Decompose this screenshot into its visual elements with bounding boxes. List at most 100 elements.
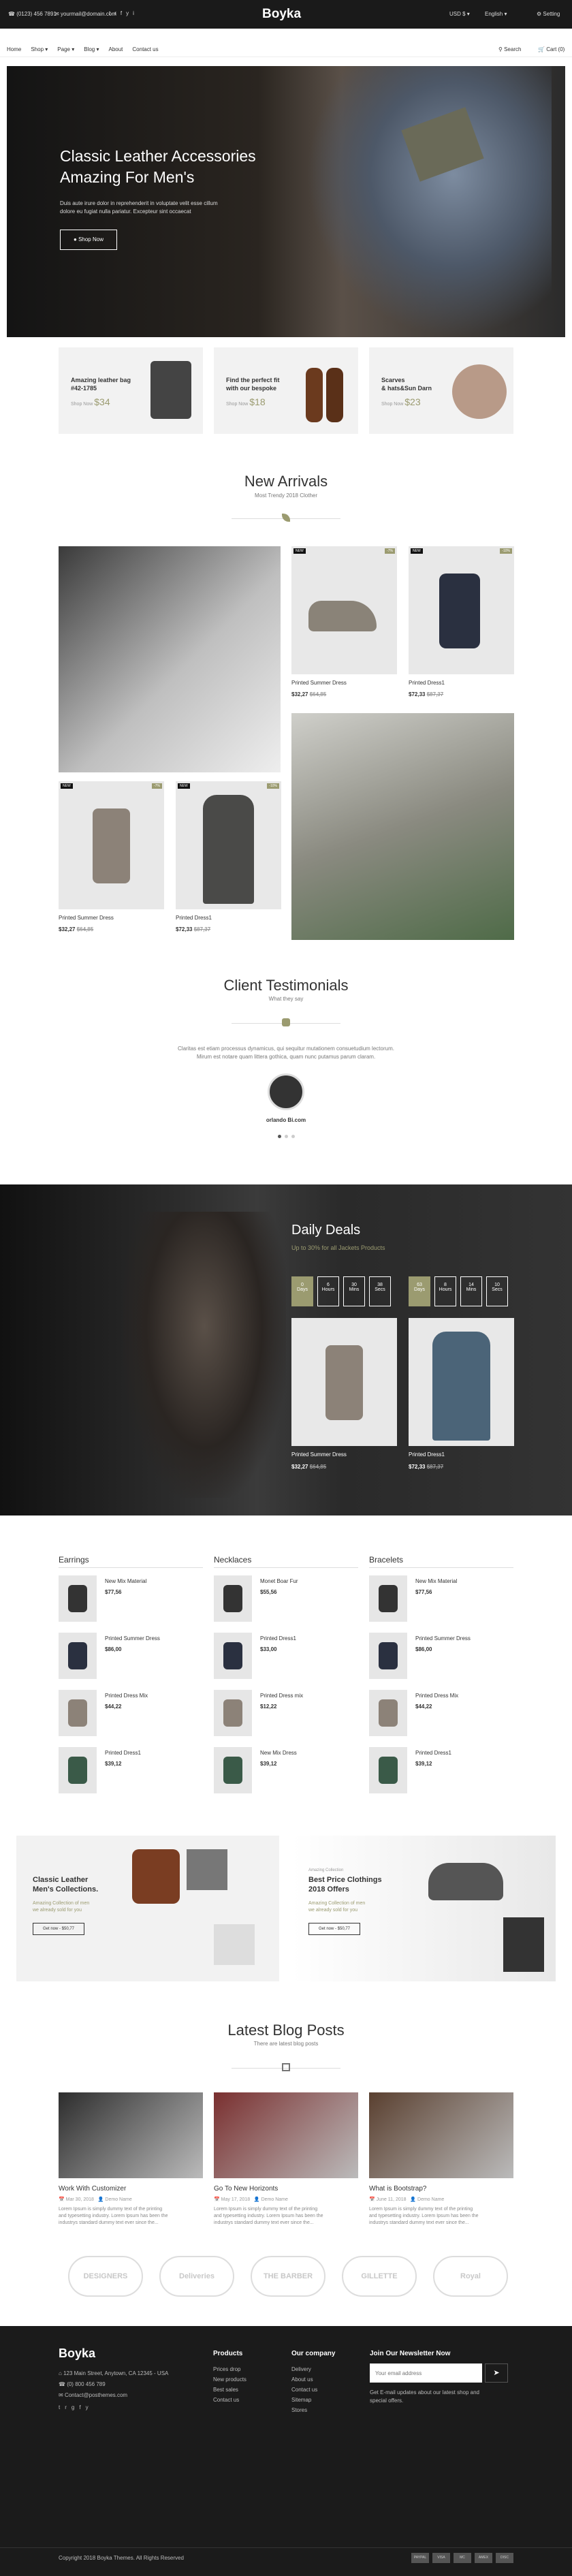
list-item-name[interactable]: New Mix Dress — [260, 1750, 297, 1757]
nav-item-home[interactable]: Home — [7, 46, 21, 53]
footer-link[interactable]: Contact us — [213, 2395, 247, 2405]
newsletter-submit-button[interactable]: ➤ — [485, 2363, 508, 2383]
footer-link[interactable]: Stores — [291, 2405, 317, 2415]
cart-button[interactable]: 🛒 Cart (0) — [538, 46, 565, 53]
nav-item-page[interactable]: Page ▾ — [57, 46, 74, 53]
youtube-icon[interactable]: y — [126, 10, 133, 16]
deal-product-image[interactable] — [409, 1318, 514, 1446]
product-name[interactable]: Printed Dress1 — [409, 1451, 445, 1458]
get-now-button[interactable]: Get now - $50,77 — [33, 1923, 84, 1935]
nav-item-shop[interactable]: Shop ▾ — [31, 46, 48, 53]
list-item-name[interactable]: Printed Summer Dress — [105, 1635, 160, 1642]
list-item[interactable]: Printed Dress1 $39,12 — [369, 1747, 513, 1796]
shop-now-button[interactable]: ● Shop Now — [60, 230, 117, 250]
blog-post-title[interactable]: Go To New Horizonts — [214, 2185, 358, 2193]
youtube-icon[interactable]: y — [86, 2404, 93, 2410]
list-item-image[interactable] — [59, 1690, 97, 1736]
brand-logo[interactable]: Royal — [433, 2256, 508, 2297]
social-icons[interactable]: trfyi — [109, 10, 138, 16]
list-item-image[interactable] — [369, 1633, 407, 1679]
list-item-name[interactable]: Printed Dress mix — [260, 1693, 303, 1699]
brand-logo[interactable]: THE BARBER — [251, 2256, 325, 2297]
facebook-icon[interactable]: f — [121, 10, 126, 16]
footer-social-icons[interactable]: trgfy — [59, 2404, 93, 2410]
nav-item-blog[interactable]: Blog ▾ — [84, 46, 99, 53]
list-item-image[interactable] — [59, 1633, 97, 1679]
blog-post-image[interactable] — [369, 2092, 513, 2178]
footer-link[interactable]: New products — [213, 2374, 247, 2385]
product-name[interactable]: Printed Dress1 — [176, 915, 212, 922]
footer-link[interactable]: Delivery — [291, 2364, 317, 2374]
list-item-name[interactable]: Printed Dress Mix — [415, 1693, 458, 1699]
nav-item-contact[interactable]: Contact us — [132, 46, 158, 53]
nav-item-about[interactable]: About — [108, 46, 123, 53]
rss-icon[interactable]: r — [65, 2404, 72, 2410]
list-item-name[interactable]: Printed Dress1 — [260, 1635, 296, 1642]
list-item-name[interactable]: Printed Dress Mix — [105, 1693, 148, 1699]
get-now-button[interactable]: Get now - $50,77 — [308, 1923, 360, 1935]
footer-logo[interactable]: Boyka — [59, 2346, 95, 2361]
list-item-image[interactable] — [369, 1575, 407, 1622]
search-button[interactable]: ⚲ Search — [498, 46, 521, 53]
logo[interactable]: Boyka — [262, 7, 301, 22]
product-image[interactable]: NEW -7% — [291, 546, 397, 674]
brand-logo[interactable]: GILLETTE — [342, 2256, 417, 2297]
list-item[interactable]: New Mix Material $77,56 — [369, 1575, 513, 1624]
dot[interactable] — [278, 1135, 281, 1138]
brand-logo[interactable]: DESIGNERS — [68, 2256, 143, 2297]
facebook-icon[interactable]: f — [79, 2404, 85, 2410]
list-item-name[interactable]: Printed Dress1 — [105, 1750, 141, 1757]
twitter-icon[interactable]: t — [109, 10, 114, 16]
blog-post-image[interactable] — [59, 2092, 203, 2178]
footer-link[interactable]: Best sales — [213, 2385, 247, 2395]
list-item-image[interactable] — [369, 1747, 407, 1793]
footer-link[interactable]: Sitemap — [291, 2395, 317, 2405]
list-item-image[interactable] — [214, 1575, 252, 1622]
dot[interactable] — [291, 1135, 295, 1138]
blog-post-image[interactable] — [214, 2092, 358, 2178]
footer-link[interactable]: Contact us — [291, 2385, 317, 2395]
product-image[interactable]: NEW -10% — [176, 781, 281, 909]
setting-menu[interactable]: ⚙ Setting — [537, 11, 560, 18]
blog-post-title[interactable]: Work With Customizer — [59, 2185, 203, 2193]
list-item[interactable]: Printed Dress Mix $44,22 — [59, 1690, 203, 1739]
promo-card-3[interactable]: Scarves & hats&Sun Darn Shop Now $23 — [369, 347, 513, 434]
list-item[interactable]: New Mix Material $77,56 — [59, 1575, 203, 1624]
list-item[interactable]: Monet Boar Fur $55,56 — [214, 1575, 358, 1624]
testimonial-dots[interactable] — [278, 1135, 295, 1138]
product-name[interactable]: Printed Dress1 — [409, 680, 445, 687]
list-item[interactable]: Printed Dress Mix $44,22 — [369, 1690, 513, 1739]
list-item-image[interactable] — [59, 1575, 97, 1622]
brand-logo[interactable]: Deliveries — [159, 2256, 234, 2297]
footer-link[interactable]: Prices drop — [213, 2364, 247, 2374]
list-item[interactable]: Printed Summer Dress $86,00 — [369, 1633, 513, 1682]
blog-post-title[interactable]: What is Bootstrap? — [369, 2185, 513, 2193]
list-item-name[interactable]: Monet Boar Fur — [260, 1578, 298, 1585]
list-item[interactable]: New Mix Dress $39,12 — [214, 1747, 358, 1796]
list-item[interactable]: Printed Dress mix $12,22 — [214, 1690, 358, 1739]
list-item-image[interactable] — [214, 1633, 252, 1679]
list-item-name[interactable]: Printed Summer Dress — [415, 1635, 471, 1642]
instagram-icon[interactable]: i — [133, 10, 138, 16]
list-item-image[interactable] — [214, 1747, 252, 1793]
newsletter-email-input[interactable] — [370, 2363, 482, 2383]
list-item[interactable]: Printed Summer Dress $86,00 — [59, 1633, 203, 1682]
list-item-name[interactable]: New Mix Material — [105, 1578, 146, 1585]
email-text[interactable]: ✉ yourmail@domain.com — [54, 11, 116, 18]
deal-product-image[interactable] — [291, 1318, 397, 1446]
list-item[interactable]: Printed Dress1 $33,00 — [214, 1633, 358, 1682]
promo-card-1[interactable]: Amazing leather bag #42-1785 Shop Now $34 — [59, 347, 203, 434]
product-name[interactable]: Printed Summer Dress — [59, 915, 114, 922]
rss-icon[interactable]: r — [114, 10, 121, 16]
banner-best-price[interactable]: Amazing Collection Best Price Clothings 2… — [292, 1836, 556, 1981]
list-item-image[interactable] — [369, 1690, 407, 1736]
currency-select[interactable]: USD $ ▾ — [449, 11, 470, 18]
list-item-image[interactable] — [214, 1690, 252, 1736]
language-select[interactable]: English ▾ — [485, 11, 507, 18]
list-item-image[interactable] — [59, 1747, 97, 1793]
promo-card-2[interactable]: Find the perfect fit with our bespoke Sho… — [214, 347, 358, 434]
list-item[interactable]: Printed Dress1 $39,12 — [59, 1747, 203, 1796]
dot[interactable] — [285, 1135, 288, 1138]
product-image[interactable]: NEW -7% — [59, 781, 164, 909]
product-image[interactable]: NEW -10% — [409, 546, 514, 674]
